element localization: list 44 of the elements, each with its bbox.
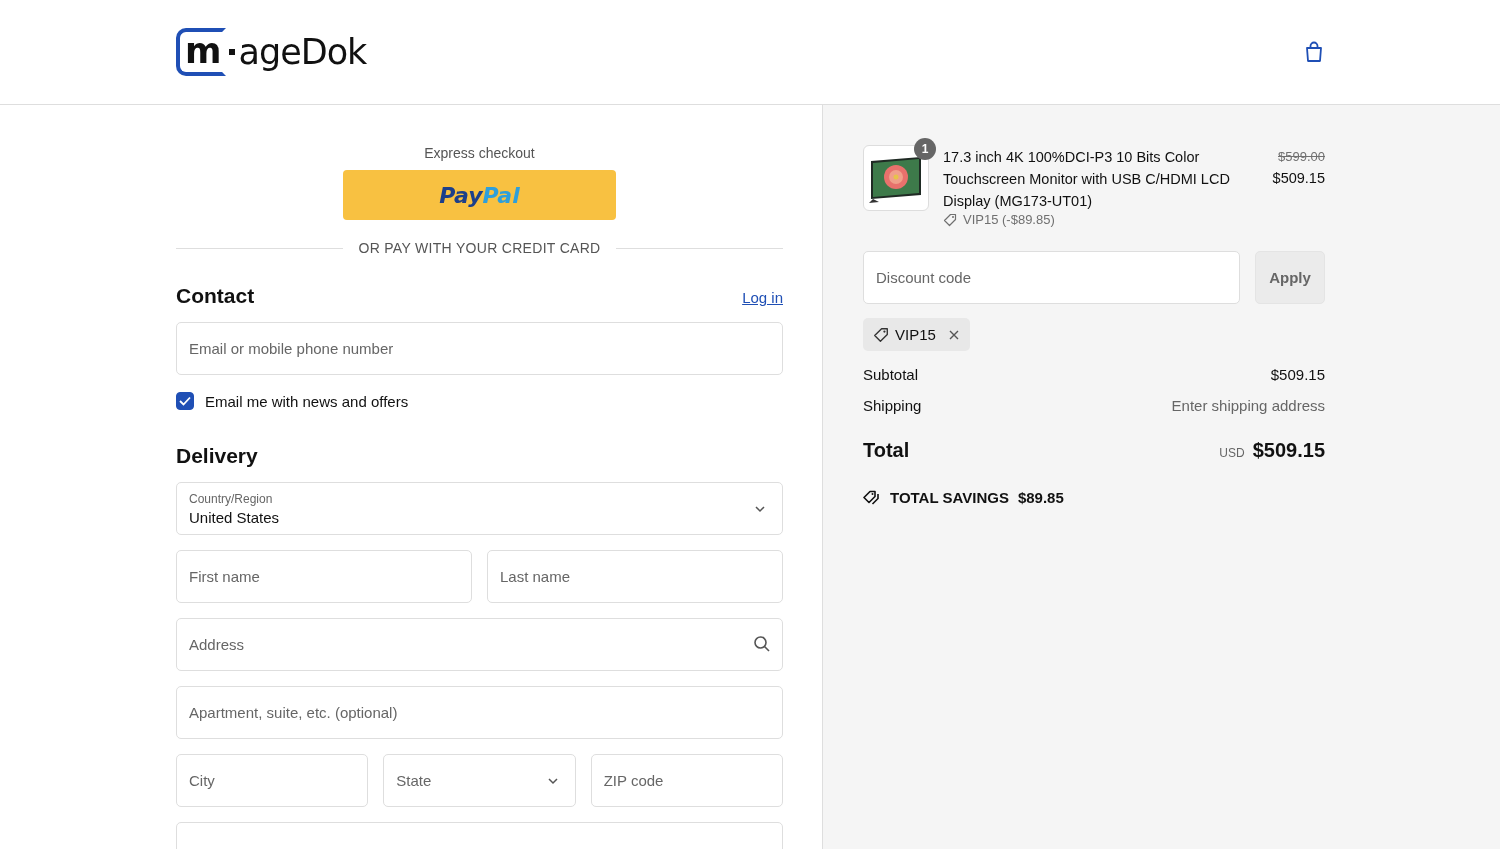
input-field[interactable]: Last name <box>487 550 783 603</box>
discount-code-field[interactable]: Discount code <box>863 251 1240 304</box>
chevron-down-icon <box>546 776 559 785</box>
input-field[interactable]: Email or mobile phone number <box>176 322 783 375</box>
savings-value: $89.85 <box>1017 489 1064 506</box>
state-select[interactable]: State <box>383 754 576 807</box>
currency-label: USD <box>1219 446 1245 460</box>
original-price: $599.00 <box>1278 149 1325 164</box>
country-select[interactable]: Country/Region United States <box>176 482 783 535</box>
price: $509.15 <box>1272 170 1325 186</box>
input-field[interactable]: City <box>176 754 369 807</box>
checkbox[interactable] <box>176 392 194 410</box>
paypal-button[interactable]: PayPal <box>343 170 616 220</box>
tags-icon <box>863 489 881 506</box>
summary-value: $509.15 <box>1270 366 1325 383</box>
logo[interactable]: m ageDok <box>176 28 367 76</box>
tag-icon <box>943 212 957 227</box>
section-heading: Delivery <box>176 444 259 468</box>
checkbox-label: Email me with news and offers <box>205 392 409 410</box>
product-name: 17.3 inch 4K 100%DCI-P3 10 Bits Color Touchscreen Monitor with USB C/HDMI LCD Display (MG173-UT01) <box>943 148 1231 211</box>
savings-label: TOTAL SAVINGS <box>890 489 1009 506</box>
express-checkout-title: Express checkout <box>423 145 536 161</box>
total-label: Total <box>863 439 910 462</box>
divider-label: OR PAY WITH YOUR CREDIT CARD <box>357 240 602 256</box>
check-icon <box>179 396 191 406</box>
discount-label: VIP15 (-$89.85) <box>963 212 1055 227</box>
summary-label: Shipping <box>863 397 922 414</box>
input-field[interactable]: ZIP code <box>590 754 783 807</box>
search-icon <box>753 635 771 653</box>
shopping-bag-icon[interactable] <box>1304 41 1324 63</box>
input-field[interactable]: Address <box>176 618 783 671</box>
chevron-down-icon <box>754 504 766 513</box>
discount-code-label: VIP15 <box>895 326 936 343</box>
login-link[interactable]: Log in <box>742 289 783 306</box>
apply-button[interactable]: Apply <box>1255 251 1325 304</box>
input-field[interactable]: Apartment, suite, etc. (optional) <box>176 686 783 739</box>
total-price: $509.15 <box>1252 439 1325 461</box>
summary-value: Enter shipping address <box>1171 397 1325 414</box>
section-heading: Contact <box>176 284 255 308</box>
quantity-badge: 1 <box>914 138 936 160</box>
close-icon[interactable] <box>947 328 960 341</box>
tag-icon <box>873 326 889 343</box>
input-field[interactable]: First name <box>176 550 472 603</box>
summary-label: Subtotal <box>863 366 919 383</box>
